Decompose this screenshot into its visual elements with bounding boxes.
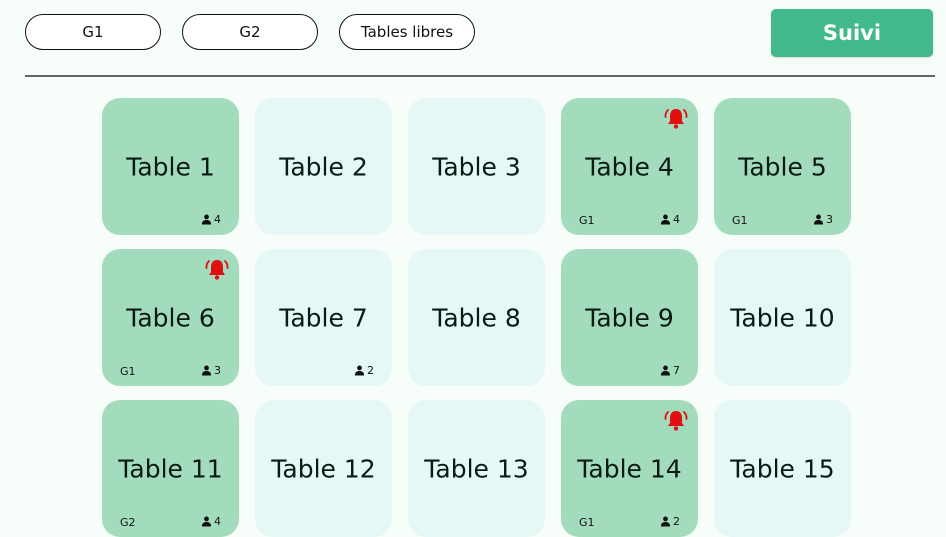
guest-count: 3	[201, 364, 221, 377]
person-icon	[201, 214, 212, 225]
table-tile[interactable]: Table 3	[408, 98, 545, 235]
table-name: Table 10	[730, 303, 835, 332]
table-name: Table 12	[271, 454, 376, 483]
table-name: Table 14	[577, 454, 682, 483]
table-tile[interactable]: Table 1 4	[102, 98, 239, 235]
person-icon	[201, 516, 212, 527]
table-name: Table 2	[279, 152, 368, 181]
table-tile[interactable]: Table 9 7	[561, 249, 698, 386]
guest-count-value: 3	[826, 213, 833, 226]
guest-count-value: 4	[673, 213, 680, 226]
tables-grid: Table 1 4 Table 2 Table 3 Table 4 G1 4 Table 5G…	[102, 98, 851, 537]
table-name: Table 9	[585, 303, 674, 332]
table-tile[interactable]: Table 12	[255, 400, 392, 537]
guest-count-value: 4	[214, 213, 221, 226]
group-label: G2	[120, 516, 136, 529]
group-label: G1	[579, 214, 595, 227]
table-name: Table 3	[432, 152, 521, 181]
person-icon	[354, 365, 365, 376]
guest-count: 2	[354, 364, 374, 377]
table-tile[interactable]: Table 8	[408, 249, 545, 386]
guest-count: 7	[660, 364, 680, 377]
table-tile[interactable]: Table 6 G1 3	[102, 249, 239, 386]
table-name: Table 1	[126, 152, 215, 181]
table-tile[interactable]: Table 5 G1 3	[714, 98, 851, 235]
table-tile[interactable]: Table 7 2	[255, 249, 392, 386]
group-label: G1	[732, 214, 748, 227]
guest-count: 4	[660, 213, 680, 226]
table-tile[interactable]: Table 4 G1 4	[561, 98, 698, 235]
person-icon	[660, 214, 671, 225]
table-tile[interactable]: Table 14 G1 2	[561, 400, 698, 537]
alarm-bell-icon[interactable]	[663, 106, 689, 132]
filter-g1-button[interactable]: G1	[25, 14, 161, 50]
group-label: G1	[120, 365, 136, 378]
guest-count: 4	[201, 515, 221, 528]
table-name: Table 13	[424, 454, 529, 483]
table-name: Table 11	[118, 454, 223, 483]
header-divider	[25, 75, 935, 77]
table-name: Table 8	[432, 303, 521, 332]
suivi-button[interactable]: Suivi	[771, 9, 933, 57]
alarm-bell-icon[interactable]	[663, 408, 689, 434]
table-name: Table 6	[126, 303, 215, 332]
alarm-bell-icon[interactable]	[204, 257, 230, 283]
guest-count-value: 2	[367, 364, 374, 377]
guest-count: 4	[201, 213, 221, 226]
table-name: Table 7	[279, 303, 368, 332]
group-label: G1	[579, 516, 595, 529]
filter-g2-button[interactable]: G2	[182, 14, 318, 50]
person-icon	[813, 214, 824, 225]
table-name: Table 5	[738, 152, 827, 181]
table-tile[interactable]: Table 11 G2 4	[102, 400, 239, 537]
table-tile[interactable]: Table 2	[255, 98, 392, 235]
person-icon	[660, 365, 671, 376]
guest-count-value: 2	[673, 515, 680, 528]
table-name: Table 4	[585, 152, 674, 181]
guest-count-value: 4	[214, 515, 221, 528]
table-tile[interactable]: Table 15	[714, 400, 851, 537]
table-tile[interactable]: Table 13	[408, 400, 545, 537]
person-icon	[201, 365, 212, 376]
guest-count-value: 7	[673, 364, 680, 377]
top-bar: G1 G2 Tables libres Suivi	[0, 0, 946, 76]
guest-count: 2	[660, 515, 680, 528]
person-icon	[660, 516, 671, 527]
table-tile[interactable]: Table 10	[714, 249, 851, 386]
guest-count-value: 3	[214, 364, 221, 377]
guest-count: 3	[813, 213, 833, 226]
filter-free-tables-button[interactable]: Tables libres	[339, 14, 475, 50]
table-name: Table 15	[730, 454, 835, 483]
